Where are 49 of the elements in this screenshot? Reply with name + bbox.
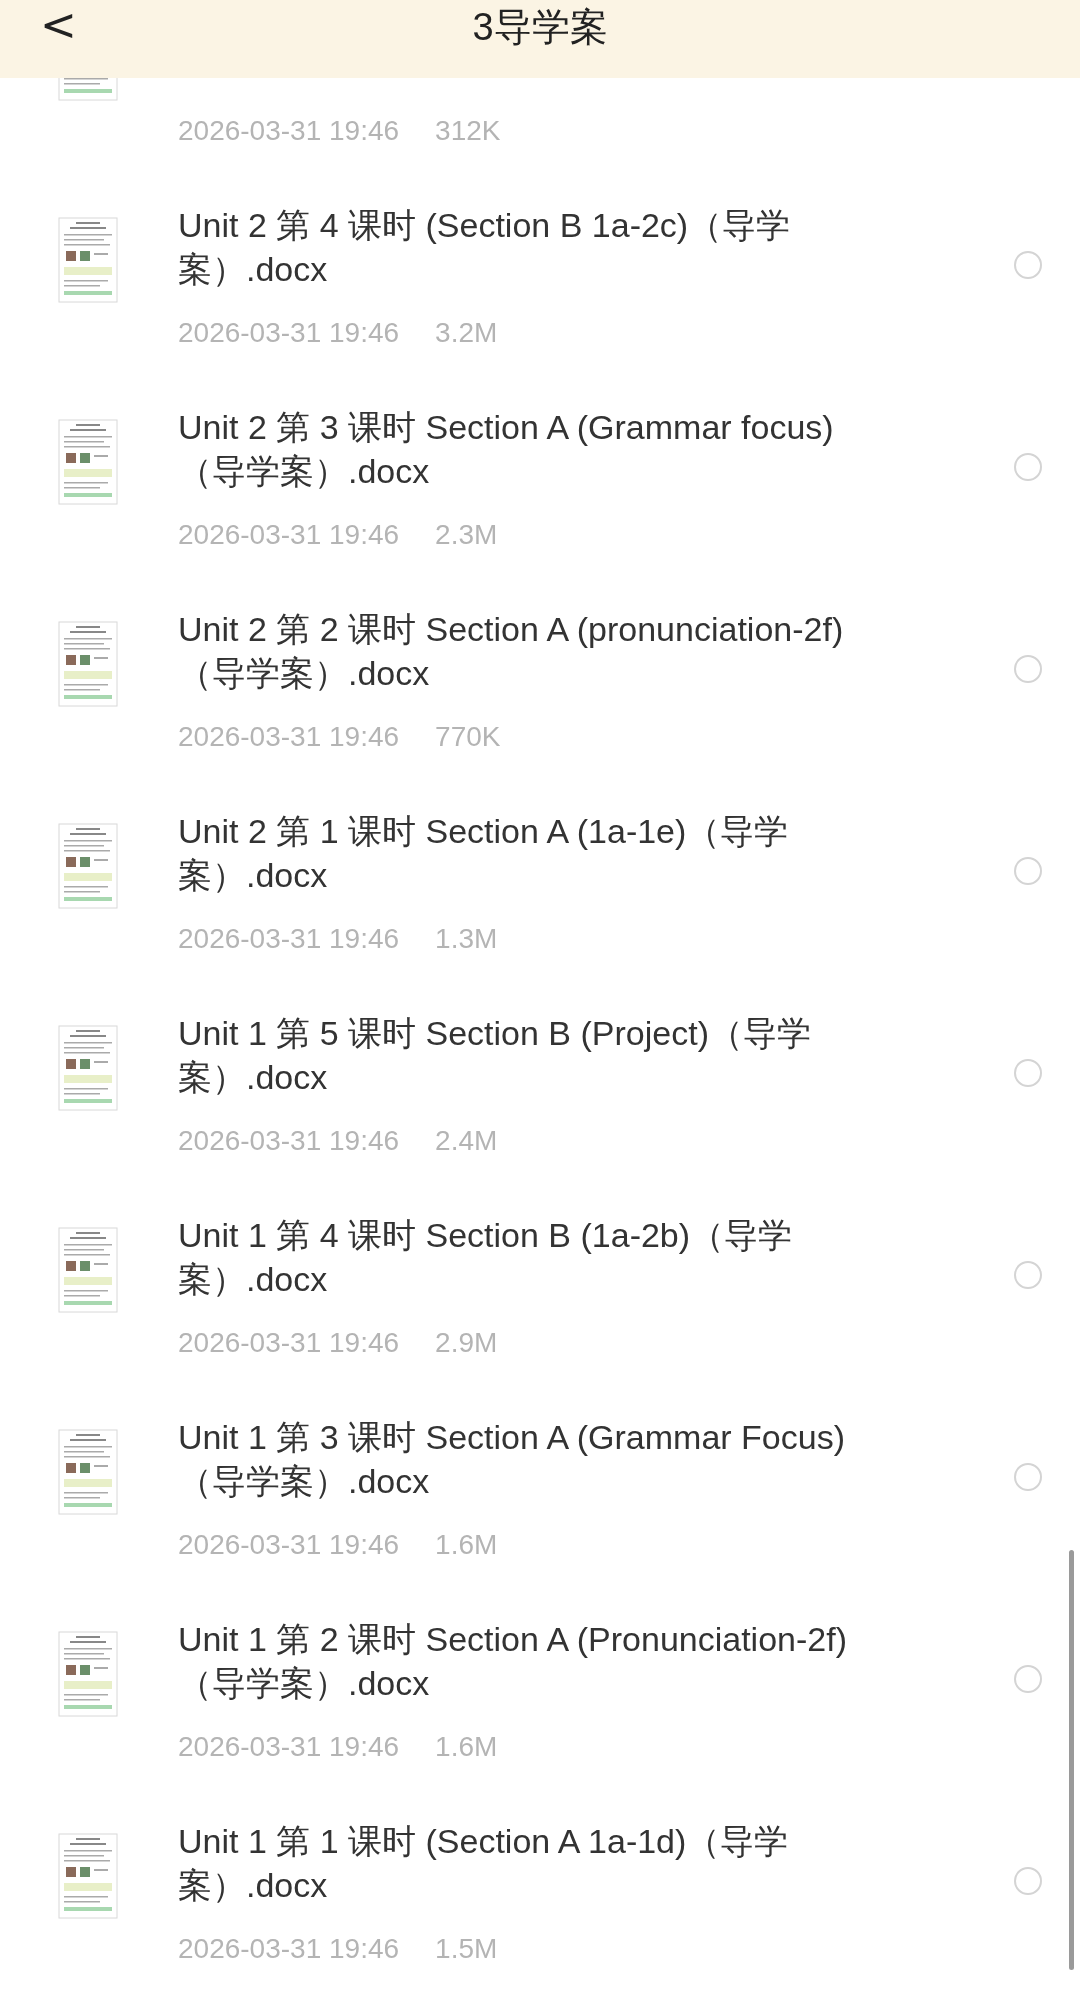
document-thumbnail-icon <box>58 1631 118 1717</box>
file-size: 2.9M <box>435 1326 498 1360</box>
file-size: 2.3M <box>435 518 498 552</box>
select-radio[interactable] <box>1014 251 1042 279</box>
select-radio[interactable] <box>1014 857 1042 885</box>
select-radio[interactable] <box>1014 1059 1042 1087</box>
file-size: 312K <box>435 114 501 148</box>
document-thumbnail-icon <box>58 1025 118 1111</box>
back-button[interactable]: < <box>40 0 77 50</box>
file-size: 2.4M <box>435 1124 498 1158</box>
file-size: 1.5M <box>435 1932 498 1966</box>
file-date: 2026-03-31 19:46 <box>178 316 400 350</box>
file-name: Unit 1 第 4 课时 Section B (1a-2b)（导学案）.docx <box>178 1215 794 1300</box>
file-name: Unit 2 第 4 课时 (Section B 1a-2c)（导学案）.docx <box>178 205 792 290</box>
document-thumbnail-icon <box>58 217 118 303</box>
file-size: 770K <box>435 720 501 754</box>
file-name: Unit 1 第 2 课时 Section A (Pronunciation-2f)（导学案）.docx <box>178 1619 848 1704</box>
document-thumbnail-icon <box>58 1227 118 1313</box>
document-thumbnail-icon <box>58 823 118 909</box>
file-name: Unit 1 第 5 课时 Section B (Project)（导学案）.docx <box>178 1013 812 1098</box>
file-name: Unit 2 第 2 课时 Section A (pronunciation-2f)（导学案）.docx <box>178 609 845 694</box>
select-radio[interactable] <box>1014 1867 1042 1895</box>
file-date: 2026-03-31 19:46 <box>178 518 400 552</box>
select-radio[interactable] <box>1014 655 1042 683</box>
document-thumbnail-icon <box>58 621 118 707</box>
file-date: 2026-03-31 19:46 <box>178 1326 400 1360</box>
document-thumbnail-icon <box>58 1833 118 1919</box>
select-radio[interactable] <box>1014 1261 1042 1289</box>
file-name: Unit 1 第 1 课时 (Section A 1a-1d)（导学案）.docx <box>178 1821 790 1906</box>
select-radio[interactable] <box>1014 1665 1042 1693</box>
file-date: 2026-03-31 19:46 <box>178 1528 400 1562</box>
document-thumbnail-icon <box>58 1429 118 1515</box>
file-size: 3.2M <box>435 316 498 350</box>
page-title: 3导学案 <box>472 4 608 50</box>
file-name: Unit 1 第 3 课时 Section A (Grammar Focus)（导学案）.docx <box>178 1417 846 1502</box>
file-date: 2026-03-31 19:46 <box>178 922 400 956</box>
file-date: 2026-03-31 19:46 <box>178 1730 400 1764</box>
file-date: 2026-03-31 19:46 <box>178 1932 400 1966</box>
document-thumbnail-icon <box>58 419 118 505</box>
file-name: Unit 2 第 3 课时 Section A (Grammar focus)（导学案）.docx <box>178 407 835 492</box>
select-radio[interactable] <box>1014 1463 1042 1491</box>
file-size: 1.6M <box>435 1730 498 1764</box>
file-size: 1.6M <box>435 1528 498 1562</box>
file-date: 2026-03-31 19:46 <box>178 1124 400 1158</box>
file-size: 1.3M <box>435 922 498 956</box>
file-date: 2026-03-31 19:46 <box>178 114 400 148</box>
file-date: 2026-03-31 19:46 <box>178 720 400 754</box>
file-name: Unit 2 第 1 课时 Section A (1a-1e)（导学案）.docx <box>178 811 790 896</box>
select-radio[interactable] <box>1014 453 1042 481</box>
